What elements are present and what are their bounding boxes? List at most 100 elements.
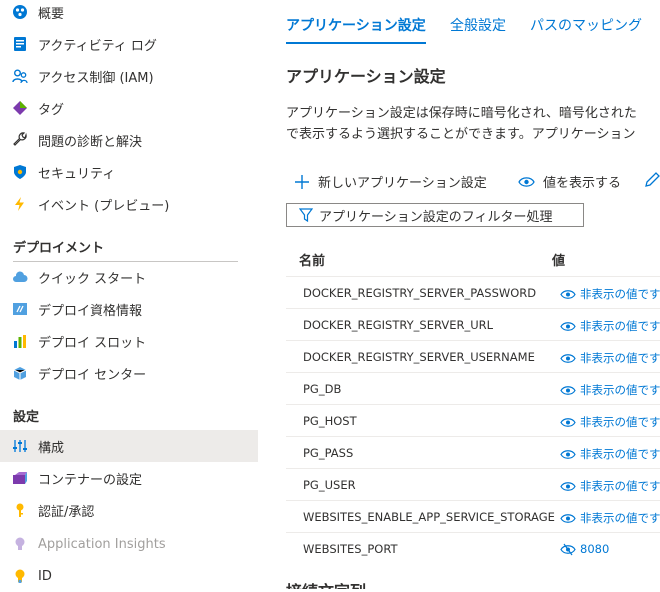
overview-icon	[12, 4, 28, 20]
setting-name[interactable]: PG_DB	[303, 382, 341, 396]
sidebar-item-label: デプロイ スロット	[38, 335, 147, 351]
setting-name[interactable]: WEBSITES_ENABLE_APP_SERVICE_STORAGE	[303, 510, 555, 524]
sidebar-item-authentication[interactable]: 認証/承認	[0, 494, 258, 526]
show-values-label: 値を表示する	[543, 176, 622, 191]
pencil-icon	[645, 172, 660, 187]
eye-icon	[560, 321, 576, 331]
tab-path-mappings[interactable]: パスのマッピング	[530, 15, 642, 35]
table-row[interactable]: DOCKER_REGISTRY_SERVER_PASSWORD 非表示の値です	[286, 276, 660, 309]
setting-value-text: 非表示の値です	[580, 319, 660, 333]
tab-general-settings[interactable]: 全般設定	[450, 15, 506, 35]
sidebar-item-container-settings[interactable]: コンテナーの設定	[0, 462, 258, 494]
eye-icon	[518, 176, 535, 187]
sidebar-item-app-insights[interactable]: Application Insights	[0, 528, 258, 560]
sidebar-item-activity-log[interactable]: アクティビティ ログ	[0, 28, 258, 60]
setting-value[interactable]: 非表示の値です	[560, 478, 660, 494]
table-row[interactable]: PG_USER 非表示の値です	[286, 468, 660, 501]
eye-icon	[560, 417, 576, 427]
setting-value[interactable]: 非表示の値です	[560, 318, 660, 334]
tab-application-settings[interactable]: アプリケーション設定	[286, 15, 426, 35]
eye-icon	[560, 289, 576, 299]
show-values-button[interactable]: 値を表示する	[518, 172, 621, 191]
setting-name[interactable]: PG_USER	[303, 478, 356, 492]
table-row[interactable]: PG_HOST 非表示の値です	[286, 404, 660, 437]
eye-off-icon	[560, 543, 576, 555]
sidebar-item-identity[interactable]: ID	[0, 560, 258, 592]
sidebar-item-diagnose[interactable]: 問題の診断と解決	[0, 124, 258, 156]
page-title: アプリケーション設定	[286, 67, 446, 86]
setting-name[interactable]: DOCKER_REGISTRY_SERVER_PASSWORD	[303, 286, 536, 300]
sidebar: 概要 アクティビティ ログ アクセス制御 (IAM) タグ 問題の診断と解決 セ…	[0, 0, 258, 589]
sidebar-item-label: イベント (プレビュー)	[38, 198, 170, 214]
filter-input[interactable]: アプリケーション設定のフィルター処理	[286, 203, 584, 227]
shield-icon	[12, 164, 28, 180]
setting-value[interactable]: 8080	[560, 542, 609, 556]
advanced-edit-button[interactable]	[644, 172, 660, 188]
setting-name[interactable]: DOCKER_REGISTRY_SERVER_URL	[303, 318, 493, 332]
sidebar-item-label: コンテナーの設定	[38, 472, 143, 488]
setting-value-text: 非表示の値です	[580, 383, 660, 397]
sidebar-item-label: デプロイ センター	[38, 367, 147, 383]
setting-value-text: 非表示の値です	[580, 287, 660, 301]
key-icon	[12, 502, 28, 518]
table-row[interactable]: WEBSITES_ENABLE_APP_SERVICE_STORAGE 非表示の値…	[286, 500, 660, 533]
sidebar-item-deploy-center[interactable]: デプロイ センター	[0, 357, 258, 389]
setting-name[interactable]: PG_PASS	[303, 446, 353, 460]
eye-icon	[560, 481, 576, 491]
plus-icon	[295, 174, 309, 189]
connection-strings-heading: 接続文字列	[286, 578, 366, 589]
sidebar-item-label: アクセス制御 (IAM)	[38, 70, 154, 86]
setting-value[interactable]: 非表示の値です	[560, 446, 660, 462]
sidebar-item-label: セキュリティ	[38, 166, 116, 182]
main-content: アプリケーション設定 全般設定 パスのマッピング アプリケーション設定 アプリケ…	[258, 0, 660, 589]
sidebar-item-tags[interactable]: タグ	[0, 92, 258, 124]
sidebar-item-overview[interactable]: 概要	[0, 0, 258, 28]
sidebar-item-access-control[interactable]: アクセス制御 (IAM)	[0, 60, 258, 92]
setting-value-text: 非表示の値です	[580, 351, 660, 365]
description-line-1: アプリケーション設定は保存時に暗号化され、暗号化された	[286, 106, 637, 121]
table-row[interactable]: DOCKER_REGISTRY_SERVER_USERNAME 非表示の値です	[286, 340, 660, 373]
setting-value[interactable]: 非表示の値です	[560, 382, 660, 398]
setting-value[interactable]: 非表示の値です	[560, 510, 660, 526]
sidebar-item-slots[interactable]: デプロイ スロット	[0, 325, 258, 357]
new-setting-button[interactable]: 新しいアプリケーション設定	[294, 172, 487, 191]
container-icon	[12, 470, 28, 486]
table-row[interactable]: PG_PASS 非表示の値です	[286, 436, 660, 469]
sidebar-item-security[interactable]: セキュリティ	[0, 156, 258, 188]
sidebar-item-label: 構成	[38, 440, 65, 456]
sidebar-item-label: 概要	[38, 6, 65, 22]
section-settings-heading: 設定	[13, 410, 40, 425]
setting-value-text: 非表示の値です	[580, 415, 660, 429]
table-row[interactable]: DOCKER_REGISTRY_SERVER_URL 非表示の値です	[286, 308, 660, 341]
sidebar-item-label: 問題の診断と解決	[38, 134, 143, 150]
sidebar-item-label: 認証/承認	[38, 504, 95, 520]
sidebar-item-events[interactable]: イベント (プレビュー)	[0, 188, 258, 220]
new-setting-label: 新しいアプリケーション設定	[318, 176, 487, 191]
setting-value-text: 非表示の値です	[580, 511, 660, 525]
column-header-value[interactable]: 値	[552, 250, 565, 269]
table-row[interactable]: PG_DB 非表示の値です	[286, 372, 660, 405]
setting-value[interactable]: 非表示の値です	[560, 414, 660, 430]
wrench-icon	[12, 132, 28, 148]
setting-name[interactable]: DOCKER_REGISTRY_SERVER_USERNAME	[303, 350, 535, 364]
identity-icon	[12, 568, 28, 584]
setting-value[interactable]: 非表示の値です	[560, 350, 660, 366]
sidebar-item-label: デプロイ資格情報	[38, 303, 143, 319]
activity-log-icon	[12, 36, 28, 52]
sidebar-item-credentials[interactable]: デプロイ資格情報	[0, 293, 258, 325]
deploy-center-icon	[12, 365, 28, 381]
eye-icon	[560, 385, 576, 395]
cloud-icon	[12, 269, 28, 285]
configuration-icon	[12, 438, 28, 454]
column-header-name[interactable]: 名前	[299, 250, 325, 269]
sidebar-item-label: クイック スタート	[38, 271, 147, 287]
lightning-icon	[12, 196, 28, 212]
setting-name[interactable]: WEBSITES_PORT	[303, 542, 398, 556]
table-row[interactable]: WEBSITES_PORT 8080	[286, 532, 660, 565]
section-deployment-heading: デプロイメント	[13, 241, 105, 256]
setting-value[interactable]: 非表示の値です	[560, 286, 660, 302]
sidebar-item-quickstart[interactable]: クイック スタート	[0, 261, 258, 293]
setting-value-text: 8080	[580, 542, 610, 556]
sidebar-item-configuration[interactable]: 構成	[0, 430, 258, 462]
setting-name[interactable]: PG_HOST	[303, 414, 357, 428]
